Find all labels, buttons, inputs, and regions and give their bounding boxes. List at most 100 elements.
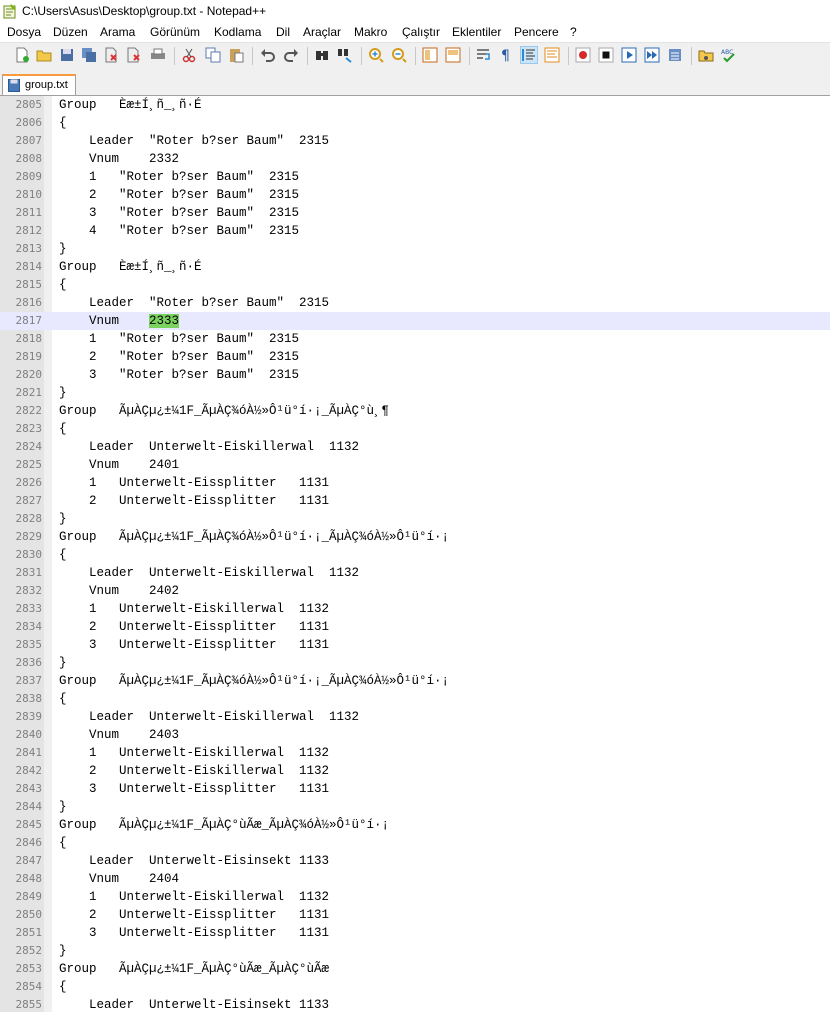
code-line[interactable]: 2812 4 "Roter b?ser Baum" 2315	[0, 222, 830, 240]
code-line[interactable]: 2854 {	[0, 978, 830, 996]
code-line[interactable]: 2826 1 Unterwelt-Eissplitter 1131	[0, 474, 830, 492]
code-line[interactable]: 2836}	[0, 654, 830, 672]
line-text[interactable]: }	[59, 799, 67, 815]
play-macro-icon[interactable]	[621, 47, 637, 63]
code-line[interactable]: 2819 2 "Roter b?ser Baum" 2315	[0, 348, 830, 366]
save-all-icon[interactable]	[81, 47, 97, 63]
code-line[interactable]: 2805 Group Èæ±Í¸ñ_¸ñ·É	[0, 96, 830, 114]
code-line[interactable]: 2840 Vnum 2403	[0, 726, 830, 744]
line-text[interactable]: Leader "Roter b?ser Baum" 2315	[59, 295, 329, 311]
current-line[interactable]: 2817 Vnum 2333	[0, 312, 830, 330]
code-line[interactable]: 2816 Leader "Roter b?ser Baum" 2315	[0, 294, 830, 312]
code-line[interactable]: 2843 3 Unterwelt-Eissplitter 1131	[0, 780, 830, 798]
new-file-icon[interactable]	[14, 47, 30, 63]
code-line[interactable]: 2828}	[0, 510, 830, 528]
code-line[interactable]: 2837 Group ÃµÀÇµ¿±¼1F_ÃµÀÇ¾óÀ½»Ô¹ü°í·¡_Ãµ…	[0, 672, 830, 690]
stop-macro-icon[interactable]	[598, 47, 614, 63]
line-text[interactable]: Vnum 2403	[59, 727, 179, 743]
code-line[interactable]: 2829 Group ÃµÀÇµ¿±¼1F_ÃµÀÇ¾óÀ½»Ô¹ü°í·¡_Ãµ…	[0, 528, 830, 546]
line-text[interactable]: Group ÃµÀÇµ¿±¼1F_ÃµÀÇ¾óÀ½»Ô¹ü°í·¡_ÃµÀÇ¾ó…	[59, 529, 449, 545]
print-icon[interactable]	[150, 47, 166, 63]
code-line[interactable]: 2807 Leader "Roter b?ser Baum" 2315	[0, 132, 830, 150]
word-wrap-icon[interactable]	[476, 47, 492, 63]
line-text[interactable]: Leader Unterwelt-Eiskillerwal 1132	[59, 565, 359, 581]
code-line[interactable]: 2811 3 "Roter b?ser Baum" 2315	[0, 204, 830, 222]
code-line[interactable]: 2820 3 "Roter b?ser Baum" 2315	[0, 366, 830, 384]
menu-plugins[interactable]: Eklentiler	[452, 25, 501, 39]
code-line[interactable]: 2813}	[0, 240, 830, 258]
menu-help[interactable]: ?	[570, 25, 577, 39]
line-text[interactable]: 3 "Roter b?ser Baum" 2315	[59, 205, 299, 221]
line-text[interactable]: Group ÃµÀÇµ¿±¼1F_ÃµÀÇ°ùÃæ_ÃµÀÇ°ùÃæ	[59, 961, 329, 977]
line-text[interactable]: Vnum 2402	[59, 583, 179, 599]
code-line[interactable]: 2808 Vnum 2332	[0, 150, 830, 168]
menu-window[interactable]: Pencere	[514, 25, 559, 39]
line-text[interactable]: {	[59, 115, 67, 131]
line-text[interactable]: {	[59, 547, 67, 563]
menu-language[interactable]: Dil	[276, 25, 290, 39]
line-text[interactable]: {	[59, 691, 67, 707]
code-line[interactable]: 2852}	[0, 942, 830, 960]
show-all-chars-icon[interactable]: ¶	[498, 47, 514, 63]
code-line[interactable]: 2855 Leader Unterwelt-Eisinsekt 1133	[0, 996, 830, 1012]
code-line[interactable]: 2821}	[0, 384, 830, 402]
save-macro-icon[interactable]	[667, 47, 683, 63]
code-line[interactable]: 2827 2 Unterwelt-Eissplitter 1131	[0, 492, 830, 510]
line-text[interactable]: 1 "Roter b?ser Baum" 2315	[59, 331, 299, 347]
line-text[interactable]: }	[59, 385, 67, 401]
line-text[interactable]: 3 Unterwelt-Eissplitter 1131	[59, 925, 329, 941]
line-text[interactable]: 2 Unterwelt-Eissplitter 1131	[59, 493, 329, 509]
line-text[interactable]: }	[59, 241, 67, 257]
indent-guide-icon[interactable]	[520, 46, 538, 64]
line-text[interactable]: Vnum 2404	[59, 871, 179, 887]
code-line[interactable]: 2851 3 Unterwelt-Eissplitter 1131	[0, 924, 830, 942]
code-line[interactable]: 2823 {	[0, 420, 830, 438]
line-text[interactable]: Leader Unterwelt-Eisinsekt 1133	[59, 997, 329, 1012]
record-macro-icon[interactable]	[575, 47, 591, 63]
save-icon[interactable]	[59, 47, 75, 63]
doc-map-icon[interactable]	[544, 47, 560, 63]
line-text[interactable]: 3 Unterwelt-Eissplitter 1131	[59, 781, 329, 797]
line-text[interactable]: {	[59, 421, 67, 437]
line-text[interactable]: }	[59, 655, 67, 671]
code-line[interactable]: 2835 3 Unterwelt-Eissplitter 1131	[0, 636, 830, 654]
line-text[interactable]: {	[59, 979, 67, 995]
line-text[interactable]: 1 Unterwelt-Eiskillerwal 1132	[59, 745, 329, 761]
line-text[interactable]: 3 "Roter b?ser Baum" 2315	[59, 367, 299, 383]
paste-icon[interactable]	[228, 47, 244, 63]
code-line[interactable]: 2833 1 Unterwelt-Eiskillerwal 1132	[0, 600, 830, 618]
zoom-out-icon[interactable]	[391, 47, 407, 63]
line-text[interactable]: 2 "Roter b?ser Baum" 2315	[59, 349, 299, 365]
menu-tools[interactable]: Araçlar	[303, 25, 341, 39]
menu-encoding[interactable]: Kodlama	[214, 25, 261, 39]
redo-icon[interactable]	[283, 47, 299, 63]
line-text[interactable]: {	[59, 835, 67, 851]
undo-icon[interactable]	[260, 47, 276, 63]
open-file-icon[interactable]	[36, 47, 52, 63]
sync-horizontal-icon[interactable]	[445, 47, 461, 63]
code-line[interactable]: 2818 1 "Roter b?ser Baum" 2315	[0, 330, 830, 348]
line-text[interactable]: Vnum 2333	[59, 313, 180, 329]
close-all-icon[interactable]	[126, 47, 142, 63]
code-line[interactable]: 2842 2 Unterwelt-Eiskillerwal 1132	[0, 762, 830, 780]
menu-macro[interactable]: Makro	[354, 25, 387, 39]
replace-icon[interactable]	[337, 47, 353, 63]
menu-file[interactable]: Dosya	[7, 25, 41, 39]
line-text[interactable]: Leader "Roter b?ser Baum" 2315	[59, 133, 329, 149]
code-line[interactable]: 2824 Leader Unterwelt-Eiskillerwal 1132	[0, 438, 830, 456]
code-line[interactable]: 2850 2 Unterwelt-Eissplitter 1131	[0, 906, 830, 924]
line-text[interactable]: Leader Unterwelt-Eiskillerwal 1132	[59, 709, 359, 725]
code-line[interactable]: 2809 1 "Roter b?ser Baum" 2315	[0, 168, 830, 186]
run-macro-multiple-icon[interactable]	[644, 47, 660, 63]
copy-icon[interactable]	[205, 47, 221, 63]
line-text[interactable]: Vnum 2332	[59, 151, 179, 167]
code-line[interactable]: 2814 Group Èæ±Í¸ñ_¸ñ·É	[0, 258, 830, 276]
code-line[interactable]: 2844}	[0, 798, 830, 816]
close-icon[interactable]	[103, 47, 119, 63]
cut-icon[interactable]	[181, 47, 197, 63]
code-line[interactable]: 2825 Vnum 2401	[0, 456, 830, 474]
code-line[interactable]: 2839 Leader Unterwelt-Eiskillerwal 1132	[0, 708, 830, 726]
line-text[interactable]: 2 "Roter b?ser Baum" 2315	[59, 187, 299, 203]
code-line[interactable]: 2815 {	[0, 276, 830, 294]
code-line[interactable]: 2834 2 Unterwelt-Eissplitter 1131	[0, 618, 830, 636]
